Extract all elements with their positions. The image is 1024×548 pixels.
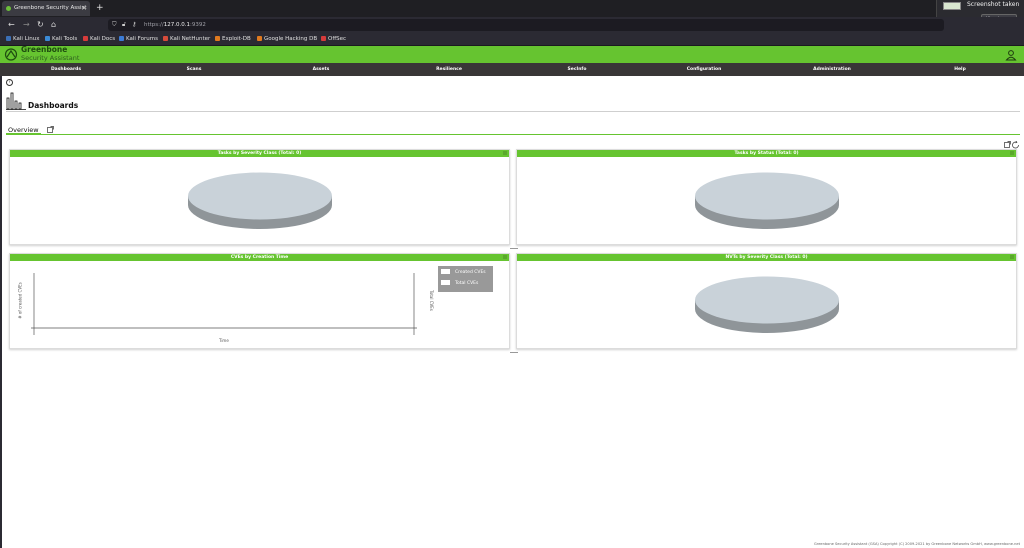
kali-docs-icon bbox=[83, 35, 88, 41]
google-hacking-db-icon bbox=[257, 35, 262, 41]
dashboard-tools bbox=[1004, 141, 1019, 149]
legend-created-cves[interactable]: Created CVEs bbox=[441, 269, 486, 276]
menu-scans[interactable]: Scans bbox=[187, 63, 202, 76]
exploit-db-icon bbox=[215, 35, 220, 41]
tab-divider bbox=[6, 134, 1020, 135]
remove-panel-icon[interactable] bbox=[503, 151, 507, 155]
y2-axis-label: Total CVEs bbox=[428, 290, 434, 311]
resize-handle[interactable] bbox=[510, 352, 518, 353]
resize-handle[interactable] bbox=[510, 248, 518, 249]
dashboard-icon bbox=[6, 92, 26, 110]
menu-dashboards[interactable]: Dashboards bbox=[51, 63, 81, 76]
panel-nvts-by-severity: NVTs by Severity Class (Total: 0) bbox=[516, 253, 1017, 349]
page-title: Dashboards bbox=[28, 101, 79, 110]
logo-title: Greenbone bbox=[21, 45, 68, 54]
new-dashboard-icon[interactable] bbox=[47, 126, 54, 133]
bookmark-google-hacking-db[interactable]: Google Hacking DB bbox=[257, 33, 317, 46]
empty-pie-chart[interactable] bbox=[187, 172, 333, 230]
url-bar[interactable]: ⛉ 🔓︎ ⚷ https://127.0.0.1:9392 bbox=[108, 19, 944, 31]
greenbone-favicon-icon bbox=[6, 6, 11, 11]
menu-administration[interactable]: Administration bbox=[813, 63, 851, 76]
footer-copyright: Greenbone Security Assistant (GSA) Copyr… bbox=[814, 542, 1020, 546]
panel-title: NVTs by Severity Class (Total: 0) bbox=[725, 255, 808, 260]
remove-panel-icon[interactable] bbox=[1010, 151, 1014, 155]
screenshot-thumbnail[interactable] bbox=[943, 2, 961, 10]
menu-secinfo[interactable]: SecInfo bbox=[568, 63, 587, 76]
reset-icon[interactable] bbox=[1012, 141, 1019, 149]
panel-title: Tasks by Status (Total: 0) bbox=[734, 151, 799, 156]
bookmark-kali-docs[interactable]: Kali Docs bbox=[83, 33, 115, 46]
help-icon[interactable]: ? bbox=[6, 79, 13, 86]
shield-icon[interactable]: ⛉ bbox=[112, 20, 117, 30]
panel-header[interactable]: CVEs by Creation Time bbox=[10, 254, 509, 261]
menu-resilience[interactable]: Resilience bbox=[436, 63, 462, 76]
panel-header[interactable]: NVTs by Severity Class (Total: 0) bbox=[517, 254, 1016, 261]
x-axis-label: Time bbox=[219, 338, 229, 343]
panel-header[interactable]: Tasks by Status (Total: 0) bbox=[517, 150, 1016, 157]
menu-help[interactable]: Help bbox=[954, 63, 966, 76]
empty-pie-chart[interactable] bbox=[694, 276, 840, 334]
user-icon[interactable] bbox=[1005, 49, 1017, 61]
legend-swatch bbox=[441, 280, 450, 285]
browser-tab[interactable]: Greenbone Security Assist × bbox=[2, 1, 90, 16]
legend-total-cves[interactable]: Total CVEs bbox=[441, 280, 478, 287]
kali-linux-icon bbox=[6, 35, 11, 41]
panel-cves-by-creation-time: CVEs by Creation Time # of created CVEs … bbox=[9, 253, 510, 349]
reload-icon[interactable]: ↻ bbox=[37, 20, 44, 30]
bookmark-kali-forums[interactable]: Kali Forums bbox=[119, 33, 158, 46]
forward-arrow-icon[interactable]: → bbox=[23, 20, 30, 30]
panel-tasks-by-status: Tasks by Status (Total: 0) bbox=[516, 149, 1017, 245]
panel-title: CVEs by Creation Time bbox=[230, 255, 289, 260]
url-text: https://127.0.0.1:9392 bbox=[144, 22, 206, 28]
kali-tools-icon bbox=[45, 35, 50, 41]
back-arrow-icon[interactable]: ← bbox=[8, 20, 15, 30]
chart-legend: Created CVEs Total CVEs bbox=[438, 266, 493, 292]
menu-assets[interactable]: Assets bbox=[313, 63, 330, 76]
bookmarks-toolbar: Kali Linux Kali Tools Kali Docs Kali For… bbox=[0, 33, 1024, 46]
lock-icon[interactable]: 🔓︎ bbox=[122, 20, 126, 30]
empty-pie-chart[interactable] bbox=[694, 172, 840, 230]
app-header: Greenbone Security Assistant bbox=[0, 46, 1024, 63]
greenbone-logo-icon[interactable] bbox=[4, 48, 18, 61]
home-icon[interactable]: ⌂ bbox=[51, 20, 56, 30]
left-edge-bar bbox=[0, 76, 2, 548]
kali-forums-icon bbox=[119, 35, 124, 41]
browser-nav-bar: ← → ↻ ⌂ ⛉ 🔓︎ ⚷ https://127.0.0.1:9392 bbox=[0, 17, 1024, 33]
menu-configuration[interactable]: Configuration bbox=[687, 63, 722, 76]
logo-subtitle: Security Assistant bbox=[21, 54, 80, 62]
remove-panel-icon[interactable] bbox=[1010, 255, 1014, 259]
bookmark-offsec[interactable]: OffSec bbox=[321, 33, 346, 46]
y-axis-label: # of created CVEs bbox=[17, 282, 23, 319]
main-menu: Dashboards Scans Assets Resilience SecIn… bbox=[0, 63, 1024, 76]
bookmark-exploit-db[interactable]: Exploit-DB bbox=[215, 33, 251, 46]
title-divider bbox=[6, 111, 1020, 112]
offsec-icon bbox=[321, 35, 326, 41]
panel-title: Tasks by Severity Class (Total: 0) bbox=[217, 151, 302, 156]
toast-title: Screenshot taken bbox=[967, 1, 1020, 8]
close-tab-icon[interactable]: × bbox=[81, 1, 87, 16]
key-icon[interactable]: ⚷ bbox=[132, 20, 136, 30]
cve-line-chart[interactable] bbox=[10, 261, 511, 349]
browser-tab-title: Greenbone Security Assist bbox=[14, 5, 87, 11]
new-tab-button[interactable]: + bbox=[96, 2, 104, 14]
panel-header[interactable]: Tasks by Severity Class (Total: 0) bbox=[10, 150, 509, 157]
kali-nethunter-icon bbox=[163, 35, 168, 41]
bookmark-kali-nethunter[interactable]: Kali NetHunter bbox=[163, 33, 210, 46]
browser-tab-bar: Greenbone Security Assist × + bbox=[0, 0, 1024, 17]
remove-panel-icon[interactable] bbox=[503, 255, 507, 259]
legend-swatch bbox=[441, 269, 450, 274]
add-display-icon[interactable] bbox=[1004, 141, 1011, 148]
panel-tasks-by-severity: Tasks by Severity Class (Total: 0) bbox=[9, 149, 510, 245]
